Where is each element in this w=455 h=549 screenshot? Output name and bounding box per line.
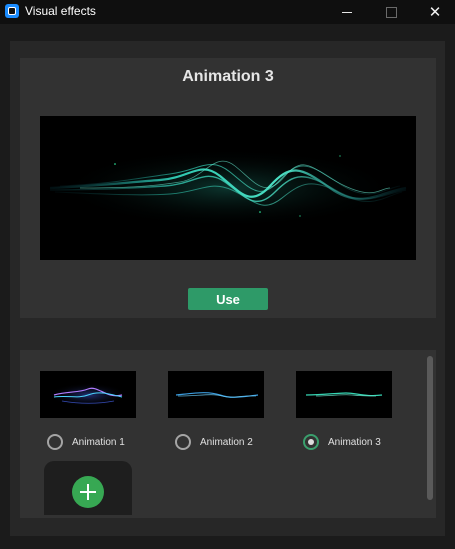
animation-3-option[interactable]: Animation 3 bbox=[303, 434, 381, 450]
preview-panel: Animation 3 Use bbox=[20, 58, 436, 318]
animation-3-label: Animation 3 bbox=[328, 436, 381, 448]
gallery-scrollbar[interactable] bbox=[427, 356, 433, 500]
animation-2-thumbnail[interactable] bbox=[168, 371, 264, 418]
animation-2-option[interactable]: Animation 2 bbox=[175, 434, 253, 450]
maximize-button[interactable] bbox=[369, 0, 413, 24]
animation-1-option[interactable]: Animation 1 bbox=[47, 434, 125, 450]
add-animation-card bbox=[44, 461, 132, 515]
window-title: Visual effects bbox=[25, 4, 96, 18]
animation-3-thumbnail[interactable] bbox=[296, 371, 392, 418]
maximize-icon bbox=[385, 6, 397, 18]
animation-1-radio[interactable] bbox=[47, 434, 63, 450]
animation-2-label: Animation 2 bbox=[200, 436, 253, 448]
minimize-icon bbox=[342, 11, 352, 13]
minimize-button[interactable] bbox=[325, 0, 369, 24]
animation-2-radio[interactable] bbox=[175, 434, 191, 450]
animation-preview bbox=[40, 116, 416, 260]
animation-1-label: Animation 1 bbox=[72, 436, 125, 448]
close-icon: ✕ bbox=[428, 3, 442, 21]
title-bar: Visual effects ✕ bbox=[0, 0, 455, 24]
close-button[interactable]: ✕ bbox=[413, 0, 455, 24]
animation-3-radio[interactable] bbox=[303, 434, 319, 450]
app-icon bbox=[5, 4, 19, 18]
use-button[interactable]: Use bbox=[188, 288, 268, 310]
plus-icon bbox=[80, 484, 96, 500]
animation-1-thumbnail[interactable] bbox=[40, 371, 136, 418]
add-animation-button[interactable] bbox=[72, 476, 104, 508]
wave-animation-image bbox=[49, 148, 407, 228]
preview-title: Animation 3 bbox=[182, 68, 274, 85]
